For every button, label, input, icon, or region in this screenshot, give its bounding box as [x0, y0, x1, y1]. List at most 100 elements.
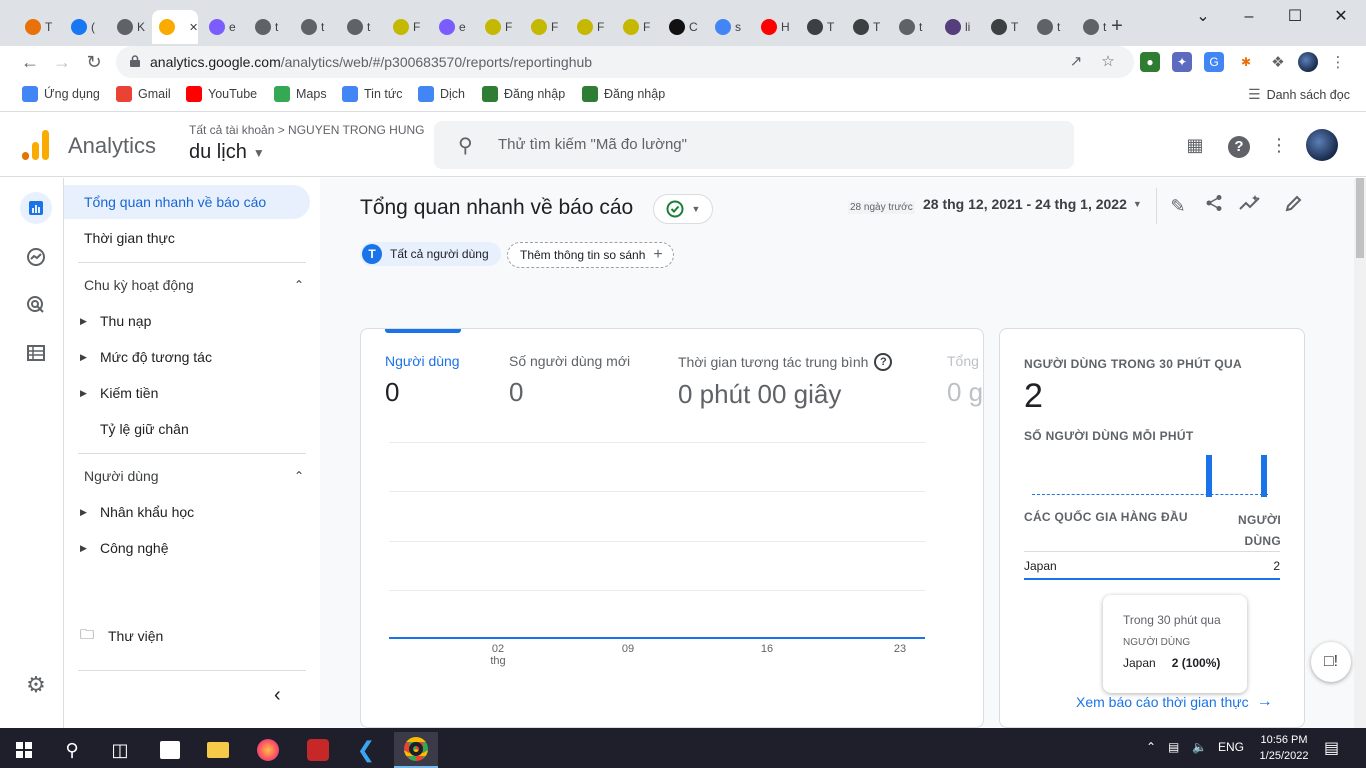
bookmark-item[interactable]: Ứng dụng	[22, 86, 100, 102]
browser-tab[interactable]: t	[294, 10, 340, 44]
search-icon[interactable]: ⚲	[50, 732, 94, 768]
browser-tab[interactable]: s	[708, 10, 754, 44]
search-input[interactable]: ⚲ Thử tìm kiếm "Mã đo lường"	[434, 121, 1074, 169]
profile-avatar[interactable]	[1298, 52, 1318, 72]
data-status-dropdown[interactable]: ▼	[653, 194, 713, 224]
browser-tab[interactable]: F	[570, 10, 616, 44]
reports-icon[interactable]	[20, 192, 52, 224]
nav-section-users[interactable]: Người dùng ⌃	[84, 461, 304, 491]
person-extension-icon[interactable]: ✱	[1236, 52, 1256, 72]
browser-tab[interactable]: (	[64, 10, 110, 44]
apps-grid-icon[interactable]: ▦	[1183, 133, 1207, 157]
metric-total-cut[interactable]: Tổng 0 g	[947, 353, 983, 408]
input-language[interactable]: ENG	[1218, 740, 1244, 754]
browser-tab[interactable]: F	[524, 10, 570, 44]
extensions-icon[interactable]: ❖	[1268, 52, 1288, 72]
garena-icon[interactable]	[296, 732, 340, 768]
window-minimize-button[interactable]: –	[1226, 4, 1272, 30]
browser-tab[interactable]: t	[248, 10, 294, 44]
bookmark-item[interactable]: Maps	[274, 86, 327, 102]
share-icon[interactable]	[1202, 194, 1226, 218]
account-breadcrumb[interactable]: Tất cả tài khoản > NGUYEN TRONG HUNG	[189, 123, 425, 137]
task-view-icon[interactable]: ◫	[98, 732, 142, 768]
nav-users-item[interactable]: ▶ Nhân khẩu học	[64, 497, 310, 527]
nav-library[interactable]: 🗀 Thư viện	[64, 621, 310, 651]
page-scrollbar[interactable]	[1354, 178, 1366, 728]
country-row[interactable]: Japan 2	[1024, 559, 1280, 573]
collapse-nav-icon[interactable]: ‹	[274, 684, 281, 707]
bookmark-item[interactable]: Đăng nhập	[582, 86, 665, 102]
store-icon[interactable]	[148, 732, 192, 768]
clock[interactable]: 10:56 PM 1/25/2022	[1254, 732, 1314, 764]
bookmark-item[interactable]: Gmail	[116, 86, 171, 102]
metric-users[interactable]: Người dùng 0	[385, 353, 460, 408]
new-tab-button[interactable]: +	[1106, 15, 1128, 37]
browser-menu-icon[interactable]: ⋮	[1328, 52, 1348, 72]
bookmark-star-icon[interactable]: ☆	[1098, 52, 1118, 72]
browser-tab[interactable]: C	[662, 10, 708, 44]
browser-tab[interactable]: T	[846, 10, 892, 44]
nav-realtime[interactable]: Thời gian thực	[64, 221, 310, 255]
per-minute-bar[interactable]	[1206, 455, 1212, 497]
browser-tab[interactable]: t	[340, 10, 386, 44]
nav-overview[interactable]: Tổng quan nhanh về báo cáo	[64, 185, 310, 219]
browser-tab[interactable]: K	[110, 10, 156, 44]
browser-tab[interactable]: T	[984, 10, 1030, 44]
tray-chevron-icon[interactable]: ⌃	[1146, 740, 1156, 754]
translate-extension-icon[interactable]: G	[1204, 52, 1224, 72]
window-maximize-button[interactable]: ☐	[1272, 4, 1318, 30]
more-options-icon[interactable]: ⋮	[1267, 133, 1291, 157]
nav-users-item[interactable]: ▶ Công nghệ	[64, 533, 310, 563]
nav-lifecycle-item[interactable]: Tỷ lệ giữ chân	[64, 414, 310, 444]
nav-lifecycle-item[interactable]: ▶ Mức độ tương tác	[64, 342, 310, 372]
nav-section-lifecycle[interactable]: Chu kỳ hoạt động ⌃	[84, 270, 304, 300]
explore-icon[interactable]	[20, 241, 52, 273]
file-explorer-icon[interactable]	[196, 732, 240, 768]
admin-settings-icon[interactable]: ⚙	[20, 669, 52, 701]
browser-tab[interactable]: T	[18, 10, 64, 44]
extension-globe-icon[interactable]: ●	[1140, 52, 1160, 72]
nav-lifecycle-item[interactable]: ▶ Kiếm tiền	[64, 378, 310, 408]
add-comparison-button[interactable]: Thêm thông tin so sánh +	[507, 242, 674, 268]
customize-report-icon[interactable]: ✎	[1166, 194, 1190, 218]
network-icon[interactable]: ▤	[1168, 740, 1179, 754]
metric-engagement-time[interactable]: Thời gian tương tác trung bình? 0 phút 0…	[678, 353, 893, 410]
extension-puzzle-blue-icon[interactable]: ✦	[1172, 52, 1192, 72]
browser-tab[interactable]: t	[892, 10, 938, 44]
back-button[interactable]: ←	[18, 50, 42, 74]
edit-pencil-icon[interactable]	[1282, 194, 1306, 218]
forward-button[interactable]: →	[50, 50, 74, 74]
advertising-icon[interactable]	[20, 289, 52, 321]
bookmark-item[interactable]: Dịch	[418, 86, 465, 102]
reload-button[interactable]: ↻	[82, 50, 106, 74]
date-range-picker[interactable]: 28 thg 12, 2021 - 24 thg 1, 2022 ▼	[923, 196, 1142, 212]
firefox-icon[interactable]	[246, 732, 290, 768]
address-bar[interactable]: analytics.google.com/analytics/web/#/p30…	[116, 46, 1134, 78]
windows-start-icon[interactable]	[2, 732, 46, 768]
vscode-icon[interactable]: ❮	[344, 732, 388, 768]
browser-tab[interactable]: F	[478, 10, 524, 44]
window-close-button[interactable]: ✕	[1318, 4, 1364, 30]
help-icon[interactable]: ?	[874, 353, 893, 371]
scrollbar-thumb[interactable]	[1356, 178, 1364, 258]
browser-tab[interactable]: e	[202, 10, 248, 44]
volume-icon[interactable]: 🔈	[1192, 740, 1207, 754]
per-minute-bar[interactable]	[1261, 455, 1267, 497]
bookmark-item[interactable]: Đăng nhập	[482, 86, 565, 102]
segment-chip-all-users[interactable]: T Tất cả người dùng	[360, 242, 501, 266]
share-icon[interactable]: ↗	[1066, 52, 1086, 72]
close-tab-icon[interactable]: ✕	[189, 21, 198, 34]
notifications-icon[interactable]: ▤	[1324, 738, 1339, 758]
configure-icon[interactable]	[20, 337, 52, 369]
tab-active[interactable]: A✕	[152, 10, 198, 44]
metric-new-users[interactable]: Số người dùng mới 0	[509, 353, 630, 408]
property-selector[interactable]: du lịch ▼	[189, 141, 265, 164]
view-realtime-link[interactable]: Xem báo cáo thời gian thực →	[1076, 693, 1273, 711]
browser-tab[interactable]: t	[1030, 10, 1076, 44]
chrome-taskbar-icon[interactable]	[394, 732, 438, 768]
browser-tab[interactable]: e	[432, 10, 478, 44]
browser-tab[interactable]: li	[938, 10, 984, 44]
minimize-icon[interactable]: ⌄	[1180, 4, 1226, 30]
help-icon[interactable]: ?	[1227, 133, 1251, 158]
account-avatar[interactable]	[1306, 129, 1338, 161]
